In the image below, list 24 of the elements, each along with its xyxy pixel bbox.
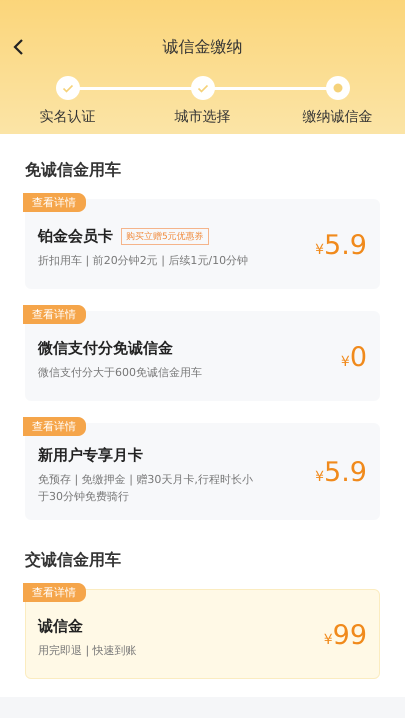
currency-symbol: ¥: [315, 242, 324, 258]
option-name: 新用户专享月卡: [38, 446, 143, 466]
section-title: 免诚信金用车: [25, 160, 122, 182]
back-icon[interactable]: [12, 38, 24, 56]
option-description: 免预存 | 免缴押金 | 赠30天月卡,行程时长小于30分钟免费骑行: [38, 472, 254, 506]
option-name: 诚信金: [38, 617, 83, 636]
option-description: 折扣用车 | 前20分钟2元 | 后续1元/10分钟: [38, 253, 250, 270]
currency-symbol: ¥: [340, 354, 350, 370]
currency-symbol: ¥: [324, 632, 333, 648]
option-description: 用完即退 | 快速到账: [38, 643, 138, 660]
option-price: 99: [332, 620, 367, 651]
option-name: 铂金会员卡: [38, 227, 113, 246]
option-price: 5.9: [324, 457, 367, 488]
page-title: 诚信金缴纳: [162, 36, 242, 58]
currency-symbol: ¥: [315, 469, 324, 486]
option-name: 微信支付分免诚信金: [38, 339, 173, 358]
step-label: 实名认证: [40, 108, 96, 126]
option-description: 微信支付分大于600免诚信金用车: [38, 365, 203, 382]
promo-badge: 购买立赠5元优惠券: [121, 228, 209, 246]
option-price: 5.9: [324, 230, 367, 261]
step-label: 缴纳诚信金: [302, 108, 372, 126]
option-price: 0: [350, 342, 367, 373]
section-title: 交诚信金用车: [25, 550, 122, 572]
step-label: 城市选择: [174, 108, 230, 126]
